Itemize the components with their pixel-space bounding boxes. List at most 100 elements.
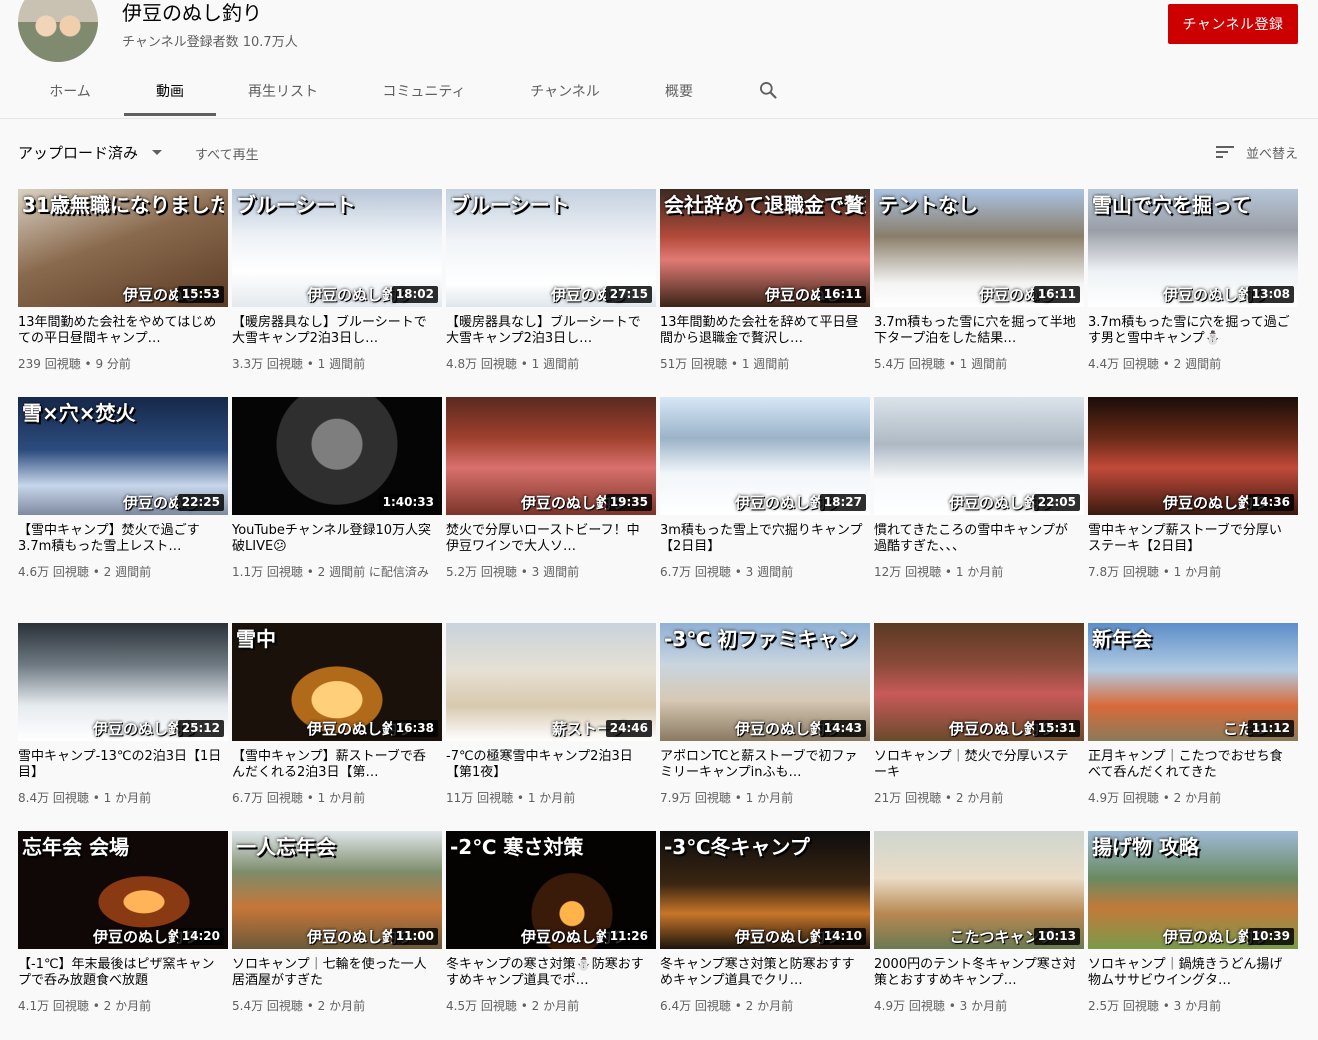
- video-title[interactable]: 冬キャンプ寒さ対策と防寒おすすめキャンプ道具でクリ…: [660, 957, 864, 989]
- video-thumbnail[interactable]: ブルーシート 伊豆のぬし 27:15: [446, 189, 656, 307]
- video-thumbnail[interactable]: 伊豆のぬし釣り 22:05: [874, 397, 1084, 515]
- video-thumbnail[interactable]: 忘年会 会場 伊豆のぬし釣り 14:20: [18, 831, 228, 949]
- thumbnail-caption: 雪×穴×焚火: [22, 401, 136, 425]
- view-count: 51万 回視聴: [660, 357, 728, 371]
- video-title[interactable]: アポロンTCと薪ストーブで初ファミリーキャンプinふも…: [660, 749, 864, 781]
- video-thumbnail[interactable]: ブルーシート 伊豆のぬし釣り 18:02: [232, 189, 442, 307]
- video-thumbnail[interactable]: 伊豆のぬし釣り 14:36: [1088, 397, 1298, 515]
- upload-age: 3 週間前: [531, 565, 580, 579]
- view-count: 7.8万 回視聴: [1088, 565, 1159, 579]
- video-title[interactable]: 【暖房器具なし】ブルーシートで大雪キャンプ2泊3日し…: [232, 315, 436, 347]
- video-thumbnail[interactable]: 31歳無職になりました 伊豆のぬし 15:53: [18, 189, 228, 307]
- video-metadata: 5.2万 回視聴 • 3 週間前: [446, 564, 650, 581]
- upload-age: 2 週間前: [1173, 357, 1222, 371]
- duration-badge: 10:13: [1033, 928, 1080, 945]
- video-title[interactable]: 焚火で分厚いローストビーフ！中伊豆ワインで大人ソ…: [446, 523, 650, 555]
- video-card[interactable]: 薪ストーブ 24:46 -7℃の極寒雪中キャンプ2泊3日【第1夜】 11万 回視聴 •…: [446, 623, 658, 807]
- video-title[interactable]: 3.7m積もった雪に穴を掘って半地下タープ泊をした結果…: [874, 315, 1078, 347]
- upload-age: 2 か月前: [531, 999, 580, 1013]
- video-card[interactable]: ブルーシート 伊豆のぬし 27:15 【暖房器具なし】ブルーシートで大雪キャンプ2泊3…: [446, 189, 658, 373]
- video-card[interactable]: 雪山で穴を掘って 伊豆のぬし釣り 13:08 3.7m積もった雪に穴を掘って過ごす男と…: [1088, 189, 1300, 373]
- video-card[interactable]: 雪×穴×焚火 伊豆のぬし 22:25 【雪中キャンプ】焚火で過ごす3.7m積もった雪上…: [18, 397, 230, 581]
- video-thumbnail[interactable]: 雪中 伊豆のぬし釣り 16:38: [232, 623, 442, 741]
- view-count: 2.5万 回視聴: [1088, 999, 1159, 1013]
- video-thumbnail[interactable]: テントなし 伊豆のぬし 16:11: [874, 189, 1084, 307]
- video-title[interactable]: 雪中キャンプ薪ストーブで分厚いステーキ【2日目】: [1088, 523, 1292, 555]
- duration-badge: 16:11: [1033, 286, 1080, 303]
- video-metadata: 7.8万 回視聴 • 1 か月前: [1088, 564, 1292, 581]
- video-card[interactable]: 伊豆のぬし釣り 22:05 慣れてきたころの雪中キャンプが過酷すぎた、、、 12万 回…: [874, 397, 1086, 581]
- video-thumbnail[interactable]: 薪ストーブ 24:46: [446, 623, 656, 741]
- video-thumbnail[interactable]: -3℃ 初ファミキャン 伊豆のぬし釣り 14:43: [660, 623, 870, 741]
- video-thumbnail[interactable]: -3℃冬キャンプ 伊豆のぬし釣り 14:10: [660, 831, 870, 949]
- video-card[interactable]: こたつキャンプ 10:13 2000円のテント冬キャンプ寒さ対策とおすすめキャンプ……: [874, 831, 1086, 1015]
- video-card[interactable]: 伊豆のぬし釣り 15:31 ソロキャンプ｜焚火で分厚いステーキ 21万 回視聴 • 2…: [874, 623, 1086, 807]
- view-count: 4.1万 回視聴: [18, 999, 89, 1013]
- video-title[interactable]: YouTubeチャンネル登録10万人突破LIVE😕: [232, 523, 436, 555]
- video-card[interactable]: 31歳無職になりました 伊豆のぬし 15:53 13年間勤めた会社をやめてはじめての平…: [18, 189, 230, 373]
- thumbnail-caption: -3℃冬キャンプ: [664, 835, 810, 859]
- view-count: 5.4万 回視聴: [232, 999, 303, 1013]
- video-title[interactable]: 慣れてきたころの雪中キャンプが過酷すぎた、、、: [874, 523, 1078, 555]
- video-card[interactable]: ブルーシート 伊豆のぬし釣り 18:02 【暖房器具なし】ブルーシートで大雪キャンプ2…: [232, 189, 444, 373]
- video-card[interactable]: 1:40:33 YouTubeチャンネル登録10万人突破LIVE😕 1.1万 回視聴…: [232, 397, 444, 581]
- video-thumbnail[interactable]: 新年会 こたつ 11:12: [1088, 623, 1298, 741]
- video-title[interactable]: ソロキャンプ｜焚火で分厚いステーキ: [874, 749, 1078, 781]
- video-title[interactable]: 雪中キャンプ-13℃の2泊3日【1日目】: [18, 749, 222, 781]
- video-card[interactable]: 一人忘年会 伊豆のぬし釣り 11:00 ソロキャンプ｜七輪を使った一人居酒屋がすぎた 5…: [232, 831, 444, 1015]
- video-title[interactable]: 【-1℃】年末最後はピザ窯キャンプで呑み放題食べ放題: [18, 957, 222, 989]
- video-title[interactable]: 正月キャンプ｜こたつでおせち食べて呑んだくれてきた: [1088, 749, 1292, 781]
- duration-badge: 14:36: [1247, 494, 1294, 511]
- video-thumbnail[interactable]: 伊豆のぬし釣り 15:31: [874, 623, 1084, 741]
- thumbnail-caption: 一人忘年会: [236, 835, 336, 859]
- view-count: 4.8万 回視聴: [446, 357, 517, 371]
- video-card[interactable]: 揚げ物 攻略 伊豆のぬし釣り 10:39 ソロキャンプ｜鍋焼きうどん揚げ物ムササビウイ…: [1088, 831, 1300, 1015]
- video-thumbnail[interactable]: 雪×穴×焚火 伊豆のぬし 22:25: [18, 397, 228, 515]
- video-metadata: 5.4万 回視聴 • 2 か月前: [232, 998, 436, 1015]
- upload-age: 1 か月前: [317, 791, 366, 805]
- video-title[interactable]: 【暖房器具なし】ブルーシートで大雪キャンプ2泊3日し…: [446, 315, 650, 347]
- video-title[interactable]: -7℃の極寒雪中キャンプ2泊3日【第1夜】: [446, 749, 650, 781]
- video-thumbnail[interactable]: 伊豆のぬし釣り 25:12: [18, 623, 228, 741]
- meta-separator: •: [1158, 565, 1174, 579]
- video-thumbnail[interactable]: 雪山で穴を掘って 伊豆のぬし釣り 13:08: [1088, 189, 1298, 307]
- view-count: 6.4万 回視聴: [660, 999, 731, 1013]
- video-card[interactable]: 伊豆のぬし釣り 25:12 雪中キャンプ-13℃の2泊3日【1日目】 8.4万 回視聴…: [18, 623, 230, 807]
- view-count: 12万 回視聴: [874, 565, 942, 579]
- video-card[interactable]: 伊豆のぬし釣り 19:35 焚火で分厚いローストビーフ！中伊豆ワインで大人ソ… 5.2…: [446, 397, 658, 581]
- video-thumbnail[interactable]: 揚げ物 攻略 伊豆のぬし釣り 10:39: [1088, 831, 1298, 949]
- video-thumbnail[interactable]: 会社辞めて退職金で贅沢 伊豆のぬし 16:11: [660, 189, 870, 307]
- video-title[interactable]: 【雪中キャンプ】薪ストーブで呑んだくれる2泊3日【第…: [232, 749, 436, 781]
- video-thumbnail[interactable]: 1:40:33: [232, 397, 442, 515]
- video-card[interactable]: テントなし 伊豆のぬし 16:11 3.7m積もった雪に穴を掘って半地下タープ泊をした…: [874, 189, 1086, 373]
- video-card[interactable]: 会社辞めて退職金で贅沢 伊豆のぬし 16:11 13年間勤めた会社を辞めて平日昼間から…: [660, 189, 872, 373]
- video-title[interactable]: 冬キャンプの寒さ対策⛄防寒おすすめキャンプ道具でポ…: [446, 957, 650, 989]
- video-card[interactable]: 伊豆のぬし釣り 18:27 3m積もった雪上で穴掘りキャンプ【2日目】 6.7万 回視…: [660, 397, 872, 581]
- view-count: 11万 回視聴: [446, 791, 514, 805]
- video-title[interactable]: 13年間勤めた会社を辞めて平日昼間から退職金で贅沢し…: [660, 315, 864, 347]
- video-title[interactable]: 3m積もった雪上で穴掘りキャンプ【2日目】: [660, 523, 864, 555]
- duration-badge: 16:11: [819, 286, 866, 303]
- video-card[interactable]: -3℃冬キャンプ 伊豆のぬし釣り 14:10 冬キャンプ寒さ対策と防寒おすすめキャンプ…: [660, 831, 872, 1015]
- video-card[interactable]: -2℃ 寒さ対策 伊豆のぬし釣り 11:26 冬キャンプの寒さ対策⛄防寒おすすめキャン…: [446, 831, 658, 1015]
- upload-age: 2 か月前: [1173, 791, 1222, 805]
- video-title[interactable]: 13年間勤めた会社をやめてはじめての平日昼間キャンプ…: [18, 315, 222, 347]
- video-card[interactable]: 伊豆のぬし釣り 14:36 雪中キャンプ薪ストーブで分厚いステーキ【2日目】 7.8万…: [1088, 397, 1300, 581]
- video-card[interactable]: 雪中 伊豆のぬし釣り 16:38 【雪中キャンプ】薪ストーブで呑んだくれる2泊3日【第…: [232, 623, 444, 807]
- video-title[interactable]: ソロキャンプ｜七輪を使った一人居酒屋がすぎた: [232, 957, 436, 989]
- video-title[interactable]: 3.7m積もった雪に穴を掘って過ごす男と雪中キャンプ⛄: [1088, 315, 1292, 347]
- upload-age: 2 週間前: [103, 565, 152, 579]
- meta-separator: •: [302, 791, 318, 805]
- video-thumbnail[interactable]: 伊豆のぬし釣り 19:35: [446, 397, 656, 515]
- video-card[interactable]: 新年会 こたつ 11:12 正月キャンプ｜こたつでおせち食べて呑んだくれてきた 4.9万…: [1088, 623, 1300, 807]
- video-thumbnail[interactable]: 伊豆のぬし釣り 18:27: [660, 397, 870, 515]
- video-title[interactable]: 【雪中キャンプ】焚火で過ごす3.7m積もった雪上レスト…: [18, 523, 222, 555]
- upload-age: 1 か月前: [955, 565, 1004, 579]
- video-card[interactable]: 忘年会 会場 伊豆のぬし釣り 14:20 【-1℃】年末最後はピザ窯キャンプで呑み放題…: [18, 831, 230, 1015]
- video-title[interactable]: ソロキャンプ｜鍋焼きうどん揚げ物ムササビウイングタ…: [1088, 957, 1292, 989]
- video-thumbnail[interactable]: こたつキャンプ 10:13: [874, 831, 1084, 949]
- video-title[interactable]: 2000円のテント冬キャンプ寒さ対策とおすすめキャンプ…: [874, 957, 1078, 989]
- video-thumbnail[interactable]: 一人忘年会 伊豆のぬし釣り 11:00: [232, 831, 442, 949]
- video-thumbnail[interactable]: -2℃ 寒さ対策 伊豆のぬし釣り 11:26: [446, 831, 656, 949]
- video-card[interactable]: -3℃ 初ファミキャン 伊豆のぬし釣り 14:43 アポロンTCと薪ストーブで初ファミ…: [660, 623, 872, 807]
